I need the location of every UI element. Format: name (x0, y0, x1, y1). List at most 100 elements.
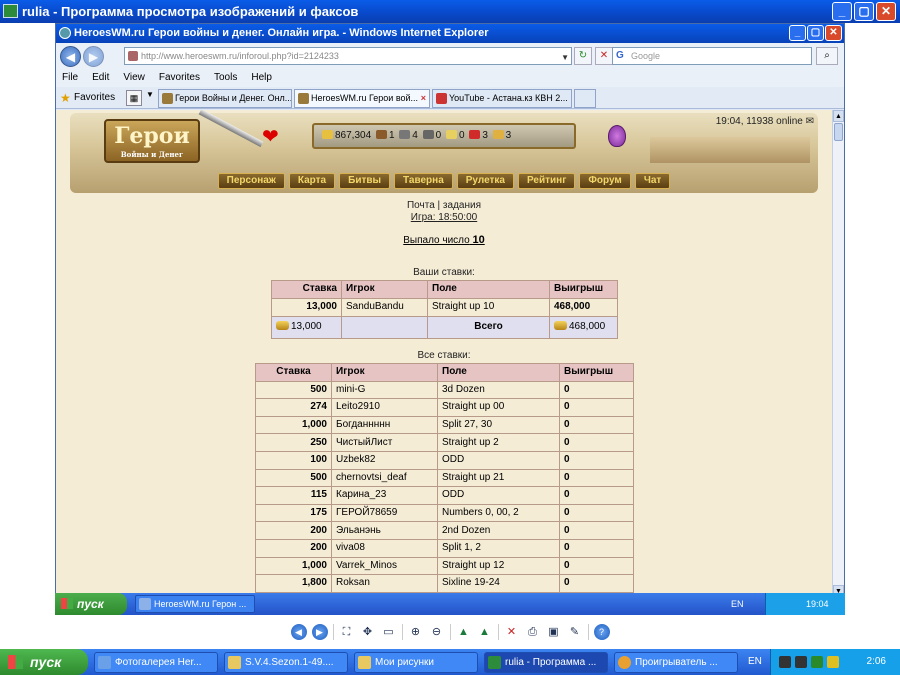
total-empty (341, 315, 428, 339)
ie-maximize-button[interactable]: ▢ (807, 25, 824, 41)
scroll-thumb[interactable] (834, 123, 843, 141)
inner-language[interactable]: EN (731, 593, 744, 615)
tab-heroes-1[interactable]: Герои Войны и Денег. Онл... (158, 89, 292, 108)
close-button[interactable]: ✕ (876, 2, 896, 21)
tray-network-icon[interactable] (811, 656, 823, 668)
task-media-player[interactable]: Проигрыватель ... (614, 652, 738, 673)
mercury-icon (422, 130, 434, 139)
tasks-link[interactable]: задания (443, 200, 481, 211)
task-my-pictures[interactable]: Мои рисунки (354, 652, 478, 673)
menu-edit[interactable]: Edit (92, 69, 109, 87)
viewer-window-controls: _ ▢ ✕ (832, 2, 896, 21)
start-button[interactable]: пуск (0, 649, 88, 675)
previous-image-icon[interactable]: ◀ (290, 624, 307, 640)
task-rulia-viewer[interactable]: rulia - Программа ... (484, 652, 608, 673)
edit-icon[interactable]: ✎ (567, 624, 583, 640)
menu-view[interactable]: View (123, 69, 145, 87)
inner-task-heroes[interactable]: HeroesWM.ru Герон ... (135, 595, 255, 613)
address-dropdown-icon[interactable]: ▼ (561, 50, 569, 66)
player-cell[interactable]: ГЕРОЙ78659 (331, 503, 438, 523)
star-icon: ★ (60, 91, 71, 105)
player-cell[interactable]: viva08 (331, 538, 438, 558)
player-cell[interactable]: Uzbek82 (331, 450, 438, 470)
address-bar[interactable]: http://www.heroeswm.ru/inforoul.php?id=2… (124, 47, 572, 65)
ie-close-button[interactable]: ✕ (825, 25, 842, 41)
nav-tavern[interactable]: Таверна (394, 173, 453, 189)
print-icon[interactable]: ⎙ (525, 624, 541, 640)
help-icon[interactable]: ? (593, 624, 610, 640)
next-image-icon[interactable]: ▶ (311, 624, 328, 640)
search-input[interactable]: G Google (612, 47, 812, 65)
player-cell[interactable]: Leito2910 (331, 398, 438, 417)
nav-character[interactable]: Персонаж (217, 173, 285, 189)
tab-heroes-2[interactable]: HeroesWM.ru Герои вой... × (294, 89, 430, 108)
nav-forum[interactable]: Форум (579, 173, 631, 189)
actual-size-icon[interactable]: ✥ (360, 624, 376, 640)
nav-rating[interactable]: Рейтинг (517, 173, 576, 189)
player-cell[interactable]: mini-G (331, 380, 438, 400)
tray-app-icon[interactable] (779, 656, 791, 668)
menu-favorites[interactable]: Favorites (159, 69, 200, 87)
rotate-ccw-icon[interactable]: ▲ (477, 624, 493, 640)
game-time-link[interactable]: Игра: 18:50:00 (56, 212, 832, 224)
rotate-cw-icon[interactable]: ▲ (456, 624, 472, 640)
slideshow-icon[interactable]: ▭ (381, 624, 397, 640)
toolbar-separator (401, 624, 403, 640)
tab-youtube[interactable]: YouTube - Астана.кз КВН 2... (432, 89, 572, 108)
zoom-out-icon[interactable]: ⊖ (429, 624, 445, 640)
bet-cell: 1,800 (255, 574, 332, 593)
minimize-button[interactable]: _ (832, 2, 852, 21)
nav-map[interactable]: Карта (288, 173, 336, 189)
field-cell: Straight up 00 (437, 398, 560, 417)
scroll-up-icon[interactable]: ▲ (833, 110, 844, 122)
menu-tools[interactable]: Tools (214, 69, 237, 87)
task-folder-sv[interactable]: S.V.4.Sezon.1-49.... (224, 652, 348, 673)
menu-help[interactable]: Help (251, 69, 272, 87)
menu-file[interactable]: File (62, 69, 78, 87)
new-tab-button[interactable] (574, 89, 596, 108)
tab-list-icon[interactable]: ▼ (146, 90, 154, 99)
task-photo-gallery[interactable]: Фотогалерея Her... (94, 652, 218, 673)
game-logo[interactable]: Герои Войны и Денег (104, 119, 200, 163)
mail-link[interactable]: Почта (407, 200, 435, 211)
mail-icon[interactable]: ✉ (806, 116, 814, 127)
save-icon[interactable]: ▣ (546, 624, 562, 640)
ie-minimize-button[interactable]: _ (789, 25, 806, 41)
favorites-button[interactable]: ★ Favorites (60, 90, 115, 106)
nav-battles[interactable]: Битвы (339, 173, 391, 189)
tray-app-icon[interactable] (795, 656, 807, 668)
search-icon[interactable]: ⌕ (816, 47, 838, 65)
player-cell[interactable]: Эльанэнь (331, 521, 438, 540)
forward-button[interactable]: ▶ (83, 46, 104, 67)
vertical-scrollbar[interactable]: ▲ ▼ (832, 110, 844, 597)
zoom-in-icon[interactable]: ⊕ (408, 624, 424, 640)
my-bets-caption: Ваши ставки: (413, 267, 475, 278)
google-icon: G (616, 50, 624, 61)
refresh-icon[interactable]: ↻ (574, 47, 592, 65)
stop-icon[interactable]: ✕ (595, 47, 613, 65)
game-banner: Герои Войны и Денег ❤ 867,304 1 4 0 0 3 … (70, 110, 818, 193)
maximize-button[interactable]: ▢ (854, 2, 874, 21)
delete-icon[interactable]: ✕ (504, 624, 520, 640)
ore-icon (399, 130, 411, 139)
back-button[interactable]: ◀ (60, 46, 81, 67)
table-row: 1,000 Богданнннн Split 27, 30 0 (255, 415, 634, 435)
player-cell[interactable]: Богданнннн (331, 415, 438, 435)
game-nav: Персонаж Карта Битвы Таверна Рулетка Рей… (70, 173, 818, 189)
player-cell[interactable]: Varrek_Minos (331, 556, 438, 576)
quick-tabs-icon[interactable]: ▦ (126, 90, 142, 106)
player-cell[interactable]: Roksan (331, 574, 438, 593)
player-cell[interactable]: SanduBandu (341, 297, 428, 317)
bet-cell: 100 (255, 450, 332, 470)
best-fit-icon[interactable]: ⛶ (339, 624, 355, 640)
col-field: Поле (427, 280, 550, 299)
tray-security-icon[interactable] (827, 656, 839, 668)
nav-roulette[interactable]: Рулетка (456, 173, 514, 189)
nav-chat[interactable]: Чат (634, 173, 671, 189)
player-cell[interactable]: Карина_23 (331, 486, 438, 505)
inner-start-button[interactable]: пуск (55, 593, 127, 615)
player-cell[interactable]: ЧистыйЛист (331, 433, 438, 452)
tab-close-icon[interactable]: × (421, 90, 426, 107)
language-indicator[interactable]: EN (748, 649, 762, 675)
player-cell[interactable]: chernovtsi_deaf (331, 468, 438, 488)
